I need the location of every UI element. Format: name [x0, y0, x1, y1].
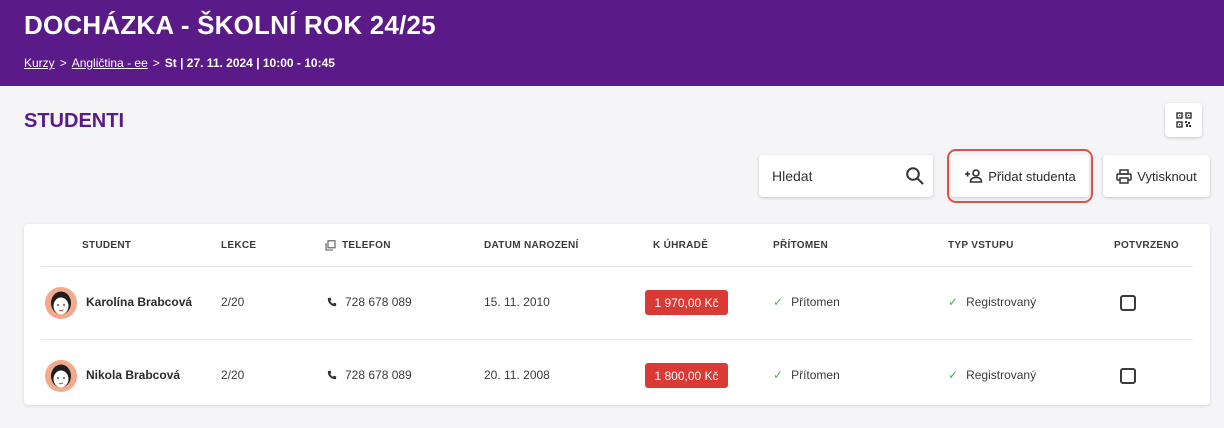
page-title: DOCHÁZKA - ŠKOLNÍ ROK 24/25 [24, 10, 436, 40]
confirmed-checkbox[interactable] [1120, 368, 1136, 384]
lessons-value: 2/20 [221, 368, 245, 382]
column-header-phone-label: TELEFON [342, 240, 391, 251]
row-divider [41, 339, 1193, 340]
birth-date-value: 20. 11. 2008 [484, 368, 550, 382]
person-add-icon [965, 169, 983, 183]
present-status: ✓ Přítomen [773, 368, 840, 382]
column-header-phone[interactable]: TELEFON [325, 240, 391, 251]
add-student-label: Přidat studenta [988, 168, 1076, 184]
entry-type-label: Registrovaný [966, 295, 1037, 309]
column-header-entry-type[interactable]: TYP VSTUPU [948, 240, 1014, 251]
due-amount-badge: 1 970,00 Kč [645, 290, 728, 315]
confirmed-checkbox[interactable] [1120, 295, 1136, 311]
breadcrumb-link-courses[interactable]: Kurzy [24, 56, 55, 70]
present-status: ✓ Přítomen [773, 295, 840, 309]
breadcrumb-link-course[interactable]: Angličtina - ee [72, 56, 148, 70]
check-icon: ✓ [773, 295, 784, 309]
app-header: DOCHÁZKA - ŠKOLNÍ ROK 24/25 Kurzy > Anglič… [0, 0, 1224, 86]
column-header-confirmed[interactable]: POTVRZENO [1114, 240, 1179, 251]
present-label: Přítomen [791, 295, 840, 309]
avatar [45, 360, 77, 392]
phone-icon [327, 370, 337, 380]
column-header-due[interactable]: K ÚHRADĚ [653, 240, 708, 251]
phone-icon [327, 297, 337, 307]
column-header-birth-date[interactable]: DATUM NAROZENÍ [484, 240, 579, 251]
search-icon[interactable] [905, 166, 925, 186]
breadcrumb-separator: > [59, 56, 67, 70]
column-header-lessons[interactable]: LEKCE [221, 240, 256, 251]
breadcrumb-separator: > [152, 56, 160, 70]
print-button[interactable]: Vytisknout [1103, 155, 1210, 197]
student-name[interactable]: Nikola Brabcová [86, 368, 180, 382]
present-label: Přítomen [791, 368, 840, 382]
student-name[interactable]: Karolína Brabcová [86, 295, 192, 309]
breadcrumb: Kurzy > Angličtina - ee > St | 27. 11. 2024 … [24, 56, 335, 70]
search-input[interactable] [759, 155, 899, 197]
entry-type-status: ✓ Registrovaný [948, 368, 1036, 382]
entry-type-status: ✓ Registrovaný [948, 295, 1036, 309]
phone-value[interactable]: 728 678 089 [345, 368, 412, 382]
search-box [759, 155, 933, 197]
phone-value[interactable]: 728 678 089 [345, 295, 412, 309]
lessons-value: 2/20 [221, 295, 245, 309]
breadcrumb-current: St | 27. 11. 2024 | 10:00 - 10:45 [164, 56, 335, 70]
check-icon: ✓ [773, 368, 784, 382]
avatar [45, 287, 77, 319]
entry-type-label: Registrovaný [966, 368, 1037, 382]
column-header-present[interactable]: PŘÍTOMEN [773, 240, 828, 251]
header-divider [41, 266, 1193, 267]
copy-icon[interactable] [325, 240, 336, 251]
birth-date-value: 15. 11. 2010 [484, 295, 550, 309]
check-icon: ✓ [948, 295, 959, 309]
phone-cell: 728 678 089 [327, 368, 412, 382]
qr-code-icon [1175, 112, 1192, 128]
print-label: Vytisknout [1137, 168, 1197, 184]
check-icon: ✓ [948, 368, 959, 382]
qr-code-button[interactable] [1165, 103, 1202, 137]
phone-cell: 728 678 089 [327, 295, 412, 309]
column-header-student[interactable]: STUDENT [82, 240, 131, 251]
section-title: STUDENTI [24, 110, 124, 132]
printer-icon [1116, 168, 1132, 184]
due-amount-badge: 1 800,00 Kč [645, 363, 728, 388]
add-student-button[interactable]: Přidat studenta [951, 155, 1089, 197]
